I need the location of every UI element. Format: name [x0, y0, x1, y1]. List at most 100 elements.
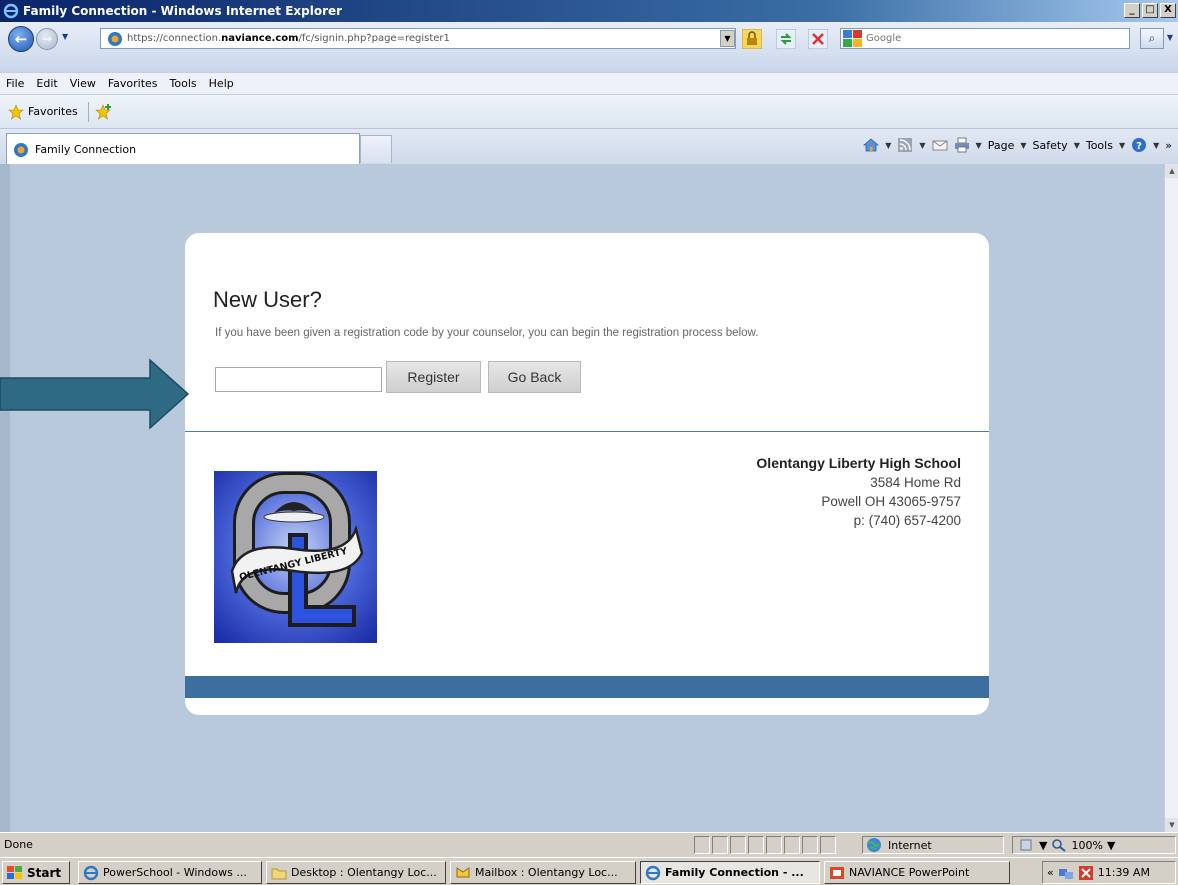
- zoom-dropdown-icon[interactable]: ▼: [1107, 839, 1115, 852]
- tools-menu-button[interactable]: Tools: [1086, 139, 1113, 152]
- section-divider: [185, 431, 989, 432]
- security-alert-icon[interactable]: [1078, 865, 1094, 881]
- status-panel: [748, 836, 764, 854]
- recent-pages-dropdown[interactable]: ▼: [62, 32, 68, 41]
- status-panels: [694, 836, 836, 854]
- taskbar-item-desktop[interactable]: Desktop : Olentangy Loc...: [266, 861, 446, 884]
- address-url[interactable]: https://connection.naviance.com/fc/signi…: [127, 33, 450, 44]
- security-zone-label: Internet: [888, 838, 932, 852]
- zoom-control[interactable]: ▼ 100% ▼: [1012, 836, 1176, 854]
- menu-view[interactable]: View: [70, 77, 96, 90]
- window-title-bar[interactable]: Family Connection - Windows Internet Exp…: [0, 0, 1178, 22]
- tab-bar: Family Connection ▼ ▼ ▼ Page ▼ Safety ▼ …: [0, 128, 1178, 165]
- registration-code-input[interactable]: [215, 367, 382, 392]
- feeds-dropdown-icon[interactable]: ▼: [919, 141, 925, 150]
- address-dropdown-button[interactable]: ▼: [720, 30, 735, 47]
- back-button[interactable]: ←: [8, 26, 34, 52]
- protected-mode-dropdown-icon[interactable]: ▼: [1039, 839, 1047, 852]
- new-tab-button[interactable]: [360, 135, 392, 163]
- windows-taskbar: Start PowerSchool - Windows ... Desktop …: [0, 857, 1178, 885]
- zoom-icon: [1052, 839, 1067, 852]
- search-field[interactable]: [840, 28, 1130, 49]
- status-panel: [784, 836, 800, 854]
- favorites-button[interactable]: Favorites: [28, 105, 78, 118]
- home-icon[interactable]: [863, 137, 880, 153]
- print-icon[interactable]: [954, 137, 970, 153]
- stop-icon[interactable]: [808, 29, 828, 49]
- address-bar[interactable]: https://connection.naviance.com/fc/signi…: [100, 28, 736, 49]
- svg-text:?: ?: [1136, 141, 1142, 152]
- menu-edit[interactable]: Edit: [36, 77, 57, 90]
- taskbar-item-label: Family Connection - ...: [665, 866, 804, 879]
- scroll-up-icon[interactable]: ▲: [1165, 164, 1178, 178]
- forward-button[interactable]: →: [36, 28, 58, 50]
- print-dropdown-icon[interactable]: ▼: [976, 141, 982, 150]
- tray-expand-button[interactable]: «: [1047, 866, 1054, 879]
- page-title: New User?: [213, 287, 322, 312]
- scroll-down-icon[interactable]: ▼: [1165, 818, 1178, 832]
- page-menu-arrow-icon: ▼: [1020, 140, 1027, 150]
- mailbox-icon: [456, 866, 470, 877]
- taskbar-item-powerpoint[interactable]: NAVIANCE PowerPoint: [824, 861, 1010, 884]
- security-zone[interactable]: Internet: [862, 836, 1004, 854]
- status-panel: [766, 836, 782, 854]
- command-bar-overflow-button[interactable]: »: [1165, 139, 1172, 152]
- annotation-arrow: [0, 358, 190, 430]
- menu-file[interactable]: File: [6, 77, 24, 90]
- help-dropdown-icon[interactable]: ▼: [1153, 141, 1159, 150]
- internet-explorer-icon: [645, 865, 661, 880]
- page-menu-button[interactable]: Page: [988, 139, 1015, 152]
- window-left-edge: [0, 164, 10, 832]
- minimize-button[interactable]: _: [1124, 3, 1140, 18]
- maximize-button[interactable]: □: [1142, 3, 1158, 18]
- menu-help[interactable]: Help: [209, 77, 234, 90]
- register-button[interactable]: Register: [386, 361, 481, 393]
- windows-logo-icon: [7, 865, 22, 879]
- menu-favorites[interactable]: Favorites: [108, 77, 158, 90]
- lock-icon[interactable]: [742, 29, 762, 49]
- tab-family-connection[interactable]: Family Connection: [6, 133, 360, 165]
- add-to-favorites-bar-icon[interactable]: [94, 103, 113, 121]
- powerpoint-icon: [830, 866, 844, 879]
- status-panel: [802, 836, 818, 854]
- mail-icon[interactable]: [932, 137, 948, 153]
- internet-explorer-icon: [83, 865, 99, 880]
- taskbar-item-label: Desktop : Olentangy Loc...: [291, 866, 437, 879]
- network-icon[interactable]: [1058, 865, 1074, 881]
- close-button[interactable]: X: [1160, 3, 1176, 18]
- favorites-star-icon[interactable]: [8, 103, 24, 120]
- go-back-button[interactable]: Go Back: [488, 361, 581, 393]
- registration-card: New User? If you have been given a regis…: [185, 233, 989, 715]
- card-footer-bar: [185, 676, 989, 698]
- command-bar: ▼ ▼ ▼ Page ▼ Safety ▼ Tools ▼ ? ▼ »: [863, 137, 1172, 153]
- search-button[interactable]: ⌕: [1140, 28, 1164, 49]
- taskbar-item-family-connection[interactable]: Family Connection - ...: [640, 861, 820, 884]
- search-options-dropdown[interactable]: ▼: [1164, 28, 1176, 49]
- taskbar-item-powerschool[interactable]: PowerSchool - Windows ...: [78, 861, 262, 884]
- protected-mode-icon[interactable]: [1019, 838, 1035, 852]
- clock[interactable]: 11:39 AM: [1098, 866, 1150, 879]
- start-button[interactable]: Start: [2, 861, 70, 884]
- window-title: Family Connection - Windows Internet Exp…: [23, 4, 343, 18]
- site-favicon-icon: [108, 31, 122, 46]
- taskbar-item-label: PowerSchool - Windows ...: [103, 866, 247, 879]
- help-icon[interactable]: ?: [1131, 137, 1147, 153]
- toolbar-separator: [87, 101, 89, 122]
- internet-explorer-icon: [3, 3, 19, 19]
- status-bar: Done Internet ▼ 100% ▼: [0, 832, 1178, 856]
- safety-menu-arrow-icon: ▼: [1073, 140, 1080, 150]
- search-input[interactable]: [866, 33, 1106, 44]
- vertical-scrollbar[interactable]: ▲ ▼: [1164, 164, 1178, 832]
- taskbar-item-mailbox[interactable]: Mailbox : Olentangy Loc...: [450, 861, 636, 884]
- refresh-icon[interactable]: [776, 29, 796, 49]
- school-name: Olentangy Liberty High School: [756, 455, 961, 471]
- home-dropdown-icon[interactable]: ▼: [885, 141, 891, 150]
- menu-tools[interactable]: Tools: [170, 77, 197, 90]
- zoom-level[interactable]: 100%: [1071, 839, 1102, 852]
- safety-menu-button[interactable]: Safety: [1033, 139, 1068, 152]
- tab-label: Family Connection: [35, 143, 137, 156]
- system-tray: « 11:39 AM: [1042, 861, 1176, 884]
- status-panel: [820, 836, 836, 854]
- feeds-icon[interactable]: [897, 137, 913, 153]
- school-logo: OLENTANGY LIBERTY: [214, 471, 377, 643]
